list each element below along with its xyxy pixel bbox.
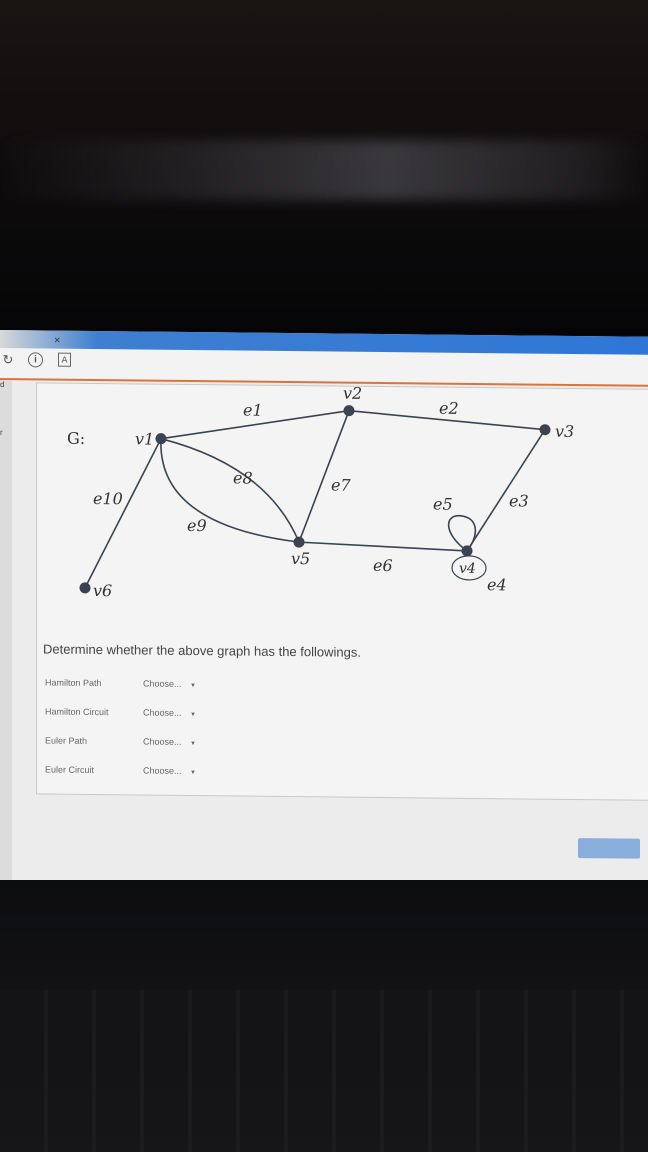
- edge-e6: [298, 541, 468, 552]
- vertex-label-v6: v6: [93, 581, 112, 600]
- edge-label-e6: e6: [373, 556, 393, 575]
- side-tab-label[interactable]: d: [0, 380, 4, 389]
- next-page-button[interactable]: [578, 838, 640, 859]
- vertex-label-v2: v2: [343, 384, 362, 403]
- answer-row-hamilton-path: Hamilton Path: [45, 677, 145, 688]
- vertex-label-v4: v4: [459, 561, 476, 577]
- select-value: Choose...: [143, 678, 182, 689]
- photo-background-keyboard: [0, 880, 648, 1152]
- answer-row-hamilton-circuit: Hamilton Circuit: [45, 706, 145, 717]
- vertex-label-v3: v3: [555, 422, 574, 441]
- question-panel: G: v1 v2 v3 v4 v5 v6 e1 e2 e3 e4 e5 e6 e…: [36, 382, 648, 801]
- side-tab-label[interactable]: r: [0, 428, 3, 437]
- select-value: Choose...: [143, 736, 182, 747]
- vertex-v2: [343, 405, 355, 417]
- vertex-v6: [79, 582, 91, 594]
- close-icon[interactable]: ×: [54, 335, 60, 347]
- answer-row-euler-path: Euler Path: [45, 735, 145, 746]
- euler-circuit-select[interactable]: Choose... ▼: [143, 765, 196, 776]
- select-value: Choose...: [143, 707, 182, 718]
- edge-label-e8: e8: [233, 468, 253, 487]
- dropdown-arrow-icon: ▼: [190, 740, 196, 748]
- edge-label-e9: e9: [187, 516, 207, 535]
- edge-label-e1: e1: [243, 401, 263, 420]
- laptop-screen: × ↻ i A d r G: v1 v2 v3 v4 v5 v6 e1 e2 e…: [0, 330, 648, 887]
- graph-diagram: G: v1 v2 v3 v4 v5 v6 e1 e2 e3 e4 e5 e6 e…: [67, 384, 574, 601]
- graph-title: G:: [67, 429, 85, 448]
- question-prompt: Determine whether the above graph has th…: [43, 641, 361, 660]
- row-label: Hamilton Circuit: [45, 706, 109, 718]
- pdf-icon[interactable]: A: [58, 352, 71, 367]
- edge-label-e2: e2: [439, 399, 459, 418]
- vertex-label-v5: v5: [291, 549, 310, 568]
- side-panel: d r: [0, 380, 12, 881]
- vertex-v4: [461, 545, 473, 557]
- euler-path-select[interactable]: Choose... ▼: [143, 736, 196, 747]
- edge-e9: [160, 438, 300, 543]
- screen-reflection: [0, 140, 648, 200]
- answer-row-euler-circuit: Euler Circuit: [45, 764, 145, 775]
- row-label: Hamilton Path: [45, 677, 102, 689]
- edge-label-e5: e5: [433, 495, 453, 514]
- edge-label-e4: e4: [487, 575, 507, 594]
- select-value: Choose...: [143, 765, 182, 776]
- edge-e3: [466, 429, 546, 552]
- dropdown-arrow-icon: ▼: [190, 682, 196, 690]
- vertex-label-v1: v1: [135, 429, 154, 448]
- info-icon[interactable]: i: [28, 352, 43, 368]
- vertex-v5: [293, 536, 305, 548]
- reload-icon[interactable]: ↻: [0, 352, 16, 368]
- row-label: Euler Path: [45, 735, 88, 746]
- hamilton-path-select[interactable]: Choose... ▼: [143, 678, 196, 689]
- row-label: Euler Circuit: [45, 764, 95, 775]
- keyboard-keys: [0, 990, 648, 1152]
- browser-toolbar: ↻ i A: [0, 348, 648, 387]
- edge-label-e7: e7: [331, 475, 351, 494]
- hamilton-circuit-select[interactable]: Choose... ▼: [143, 707, 196, 718]
- edge-label-e3: e3: [509, 491, 529, 510]
- dropdown-arrow-icon: ▼: [190, 769, 196, 777]
- edge-label-e10: e10: [93, 489, 123, 508]
- dropdown-arrow-icon: ▼: [190, 711, 196, 719]
- edge-e5-loop: [447, 515, 477, 552]
- vertex-v1: [155, 433, 167, 445]
- edge-e10: [84, 438, 162, 589]
- vertex-v3: [539, 424, 551, 436]
